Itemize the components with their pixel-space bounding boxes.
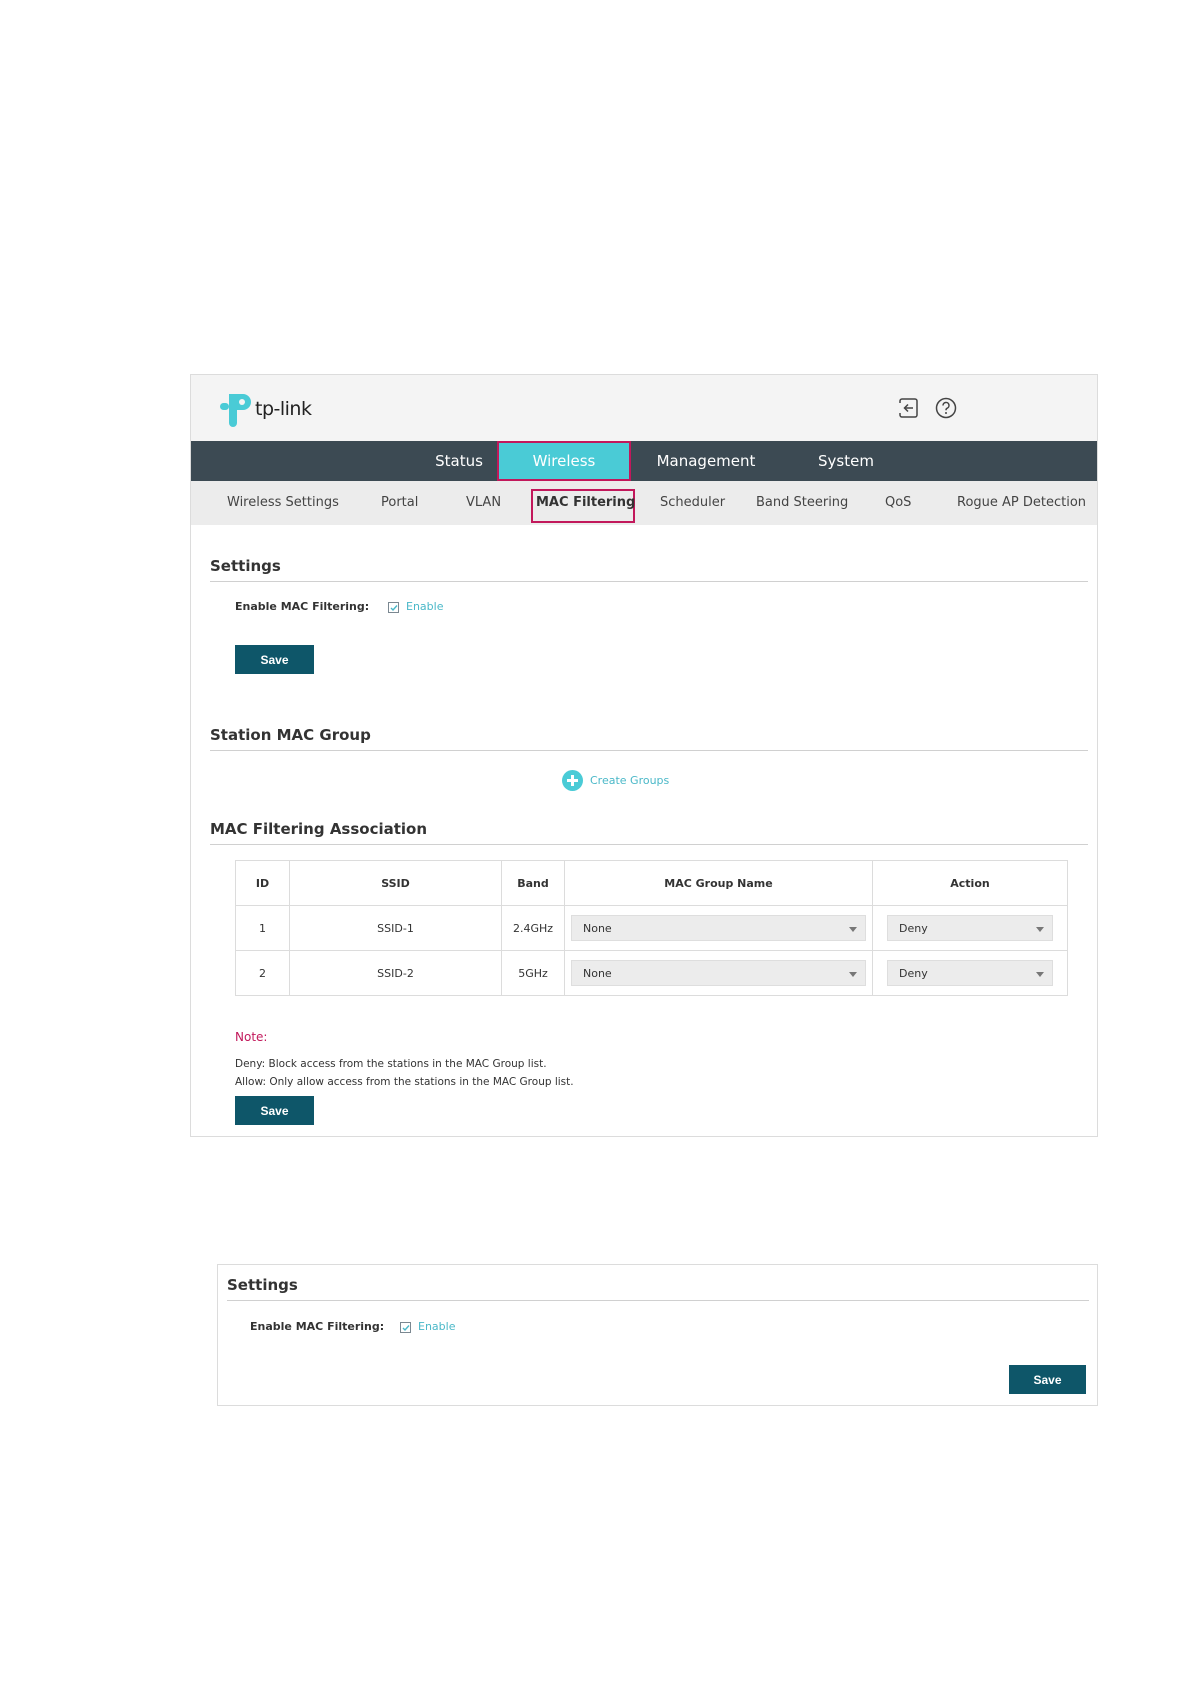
column-header-action: Action	[872, 860, 1068, 906]
association-table: ID SSID Band MAC Group Name Action 1 SSI…	[235, 860, 1068, 996]
column-header-band: Band	[501, 860, 565, 906]
tab-system[interactable]: System	[791, 441, 901, 481]
settings-title: Settings	[227, 1276, 298, 1294]
divider	[227, 1300, 1089, 1301]
action-cell: Deny	[872, 950, 1068, 996]
sub-nav: Wireless Settings Portal VLAN MAC Filter…	[191, 481, 1097, 525]
station-mac-group-title: Station MAC Group	[210, 726, 371, 744]
tab-wireless[interactable]: Wireless	[497, 441, 631, 481]
mac-group-select[interactable]: None	[571, 915, 866, 941]
help-icon[interactable]	[935, 397, 957, 419]
row-id: 2	[235, 950, 290, 996]
settings-title: Settings	[210, 557, 281, 575]
create-groups-button[interactable]: Create Groups	[562, 770, 669, 791]
enable-checkbox-label[interactable]: Enable	[406, 600, 443, 613]
divider	[210, 750, 1088, 751]
subtab-vlan[interactable]: VLAN	[466, 481, 501, 525]
subtab-scheduler[interactable]: Scheduler	[660, 481, 725, 525]
divider	[210, 844, 1088, 845]
main-nav: Status Wireless Management System	[191, 441, 1097, 481]
mac-group-cell: None	[564, 950, 873, 996]
divider	[210, 581, 1088, 582]
row-id: 1	[235, 905, 290, 951]
enable-mac-filtering-label: Enable MAC Filtering:	[235, 600, 370, 613]
create-groups-label: Create Groups	[590, 774, 670, 787]
column-header-mac-group-name: MAC Group Name	[564, 860, 873, 906]
subtab-rogue-ap-detection[interactable]: Rogue AP Detection	[957, 481, 1086, 525]
table-row: 2 SSID-2 5GHz None Deny	[235, 950, 1068, 996]
plus-circle-icon	[562, 770, 583, 791]
row-ssid: SSID-2	[289, 950, 502, 996]
enable-checkbox[interactable]	[400, 1322, 411, 1333]
action-select[interactable]: Deny	[887, 960, 1053, 986]
check-icon	[402, 1325, 410, 1332]
enable-mac-filtering-label: Enable MAC Filtering:	[250, 1320, 385, 1333]
mac-filtering-page: tp-link Status Wireless Management Syste…	[190, 374, 1098, 1137]
column-header-ssid: SSID	[289, 860, 502, 906]
mac-group-select-value: None	[583, 922, 612, 935]
action-select-value: Deny	[899, 967, 928, 980]
subtab-qos[interactable]: QoS	[885, 481, 911, 525]
column-header-id: ID	[235, 860, 290, 906]
mac-group-select[interactable]: None	[571, 960, 866, 986]
settings-save-button[interactable]: Save	[1009, 1365, 1086, 1394]
mac-filtering-association-title: MAC Filtering Association	[210, 820, 428, 838]
table-row: 1 SSID-1 2.4GHz None Deny	[235, 905, 1068, 951]
logo-text: tp-link	[255, 398, 312, 420]
note-allow: Allow: Only allow access from the statio…	[235, 1076, 574, 1088]
header-bar: tp-link	[191, 375, 1097, 441]
settings-panel-detail: Settings Enable MAC Filtering: Enable Sa…	[217, 1264, 1098, 1406]
action-select-value: Deny	[899, 922, 928, 935]
subtab-portal[interactable]: Portal	[381, 481, 418, 525]
note-title: Note:	[235, 1030, 268, 1044]
subtab-band-steering[interactable]: Band Steering	[756, 481, 848, 525]
mac-group-select-value: None	[583, 967, 612, 980]
tp-link-logo-mark	[220, 394, 251, 427]
note-deny: Deny: Block access from the stations in …	[235, 1058, 547, 1070]
mac-group-cell: None	[564, 905, 873, 951]
check-icon	[390, 605, 398, 612]
action-cell: Deny	[872, 905, 1068, 951]
subtab-wireless-settings[interactable]: Wireless Settings	[227, 481, 339, 525]
dropdown-arrow-icon	[1036, 972, 1044, 977]
row-band: 2.4GHz	[501, 905, 565, 951]
dropdown-arrow-icon	[849, 972, 857, 977]
tab-management[interactable]: Management	[631, 441, 781, 481]
row-band: 5GHz	[501, 950, 565, 996]
association-save-button[interactable]: Save	[235, 1096, 314, 1125]
dropdown-arrow-icon	[849, 927, 857, 932]
table-header-row: ID SSID Band MAC Group Name Action	[235, 860, 1068, 906]
logout-icon[interactable]	[898, 397, 920, 419]
tp-link-logo: tp-link	[217, 391, 312, 427]
enable-checkbox-label[interactable]: Enable	[418, 1320, 455, 1333]
dropdown-arrow-icon	[1036, 927, 1044, 932]
action-select[interactable]: Deny	[887, 915, 1053, 941]
subtab-mac-filtering[interactable]: MAC Filtering	[536, 481, 635, 525]
row-ssid: SSID-1	[289, 905, 502, 951]
settings-save-button[interactable]: Save	[235, 645, 314, 674]
enable-checkbox[interactable]	[388, 602, 399, 613]
